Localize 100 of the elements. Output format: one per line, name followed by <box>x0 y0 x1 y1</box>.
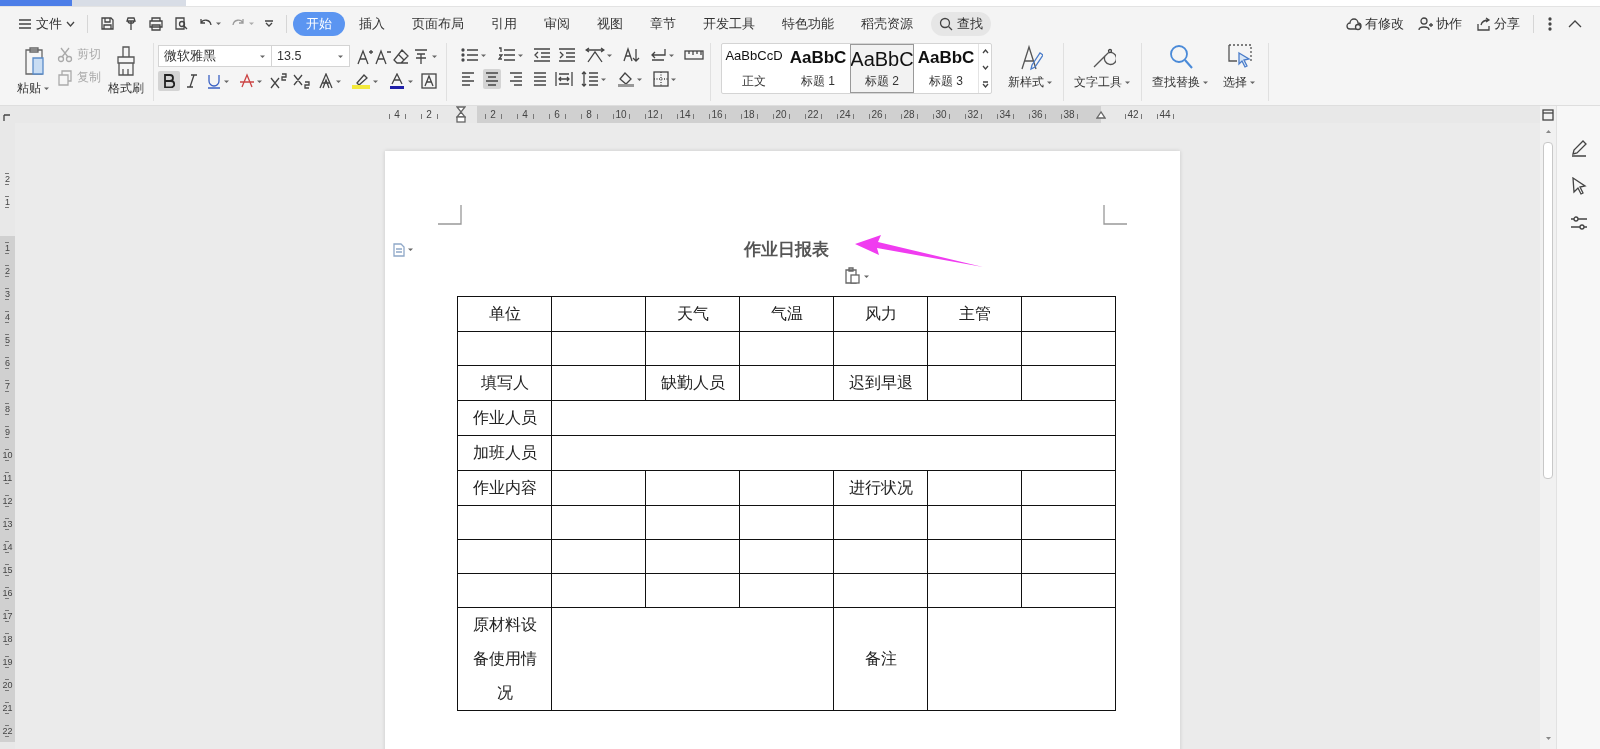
toolbar-button[interactable]: 有修改 <box>1339 11 1411 36</box>
paintbrush-icon <box>114 45 138 77</box>
line-break-icon[interactable] <box>649 47 667 63</box>
save-icon[interactable] <box>100 16 115 31</box>
ruler-label: 12 <box>0 489 15 512</box>
align-center-button[interactable] <box>483 69 501 89</box>
pinyin-icon[interactable] <box>412 47 430 65</box>
shading-icon[interactable] <box>617 71 635 87</box>
ribbon-tab[interactable]: 审阅 <box>531 11 583 36</box>
ruler-label: 34 <box>989 106 1021 123</box>
ribbon-tab[interactable]: 特色功能 <box>769 11 847 36</box>
text-effect-icon[interactable] <box>318 73 334 89</box>
search-button[interactable]: 查找 <box>931 11 991 36</box>
find-replace-button[interactable]: 查找替换 <box>1142 43 1219 105</box>
ruler-label: 24 <box>829 106 861 123</box>
scroll-up-icon[interactable] <box>981 49 989 55</box>
ribbon-tab[interactable]: 视图 <box>584 11 636 36</box>
text-direction-icon[interactable] <box>585 47 605 63</box>
align-justify-button[interactable] <box>531 69 549 89</box>
ribbon-tab[interactable]: 插入 <box>346 11 398 36</box>
print-icon[interactable] <box>148 16 164 31</box>
distribute-icon[interactable] <box>555 71 573 87</box>
customize-icon[interactable] <box>264 18 274 29</box>
margin-corner-icon <box>1103 205 1127 225</box>
line-spacing-icon[interactable] <box>581 71 599 87</box>
file-menu[interactable]: 文件 <box>12 11 81 36</box>
ribbon-tab[interactable]: 开发工具 <box>690 11 768 36</box>
toolbar-button[interactable]: 分享 <box>1469 11 1527 36</box>
ruler-toggle-icon[interactable] <box>1542 109 1554 121</box>
style-preset[interactable]: AaBbCcD 正文 <box>722 44 786 93</box>
ruler-label: 4 <box>509 106 541 123</box>
style-preset[interactable]: AaBbC 标题 2 <box>850 44 914 93</box>
font-color-icon[interactable] <box>388 73 406 89</box>
bold-icon <box>163 74 175 88</box>
paste-button[interactable]: 粘贴 <box>14 43 53 99</box>
more-icon[interactable] <box>1548 16 1552 31</box>
caret-icon <box>259 53 266 59</box>
caret-icon <box>223 78 230 84</box>
ruler-label: 32 <box>957 106 989 123</box>
ruler-label: 30 <box>925 106 957 123</box>
ruler-label: 2 <box>477 106 509 123</box>
caret-icon <box>670 76 677 82</box>
increase-indent-icon[interactable] <box>558 47 576 63</box>
ruler-label: 18 <box>0 627 15 650</box>
strikethrough-icon[interactable] <box>239 73 255 89</box>
scroll-down-icon[interactable] <box>981 65 989 70</box>
ruler-label: 28 <box>893 106 925 123</box>
font-name-dropdown[interactable]: 微软雅黑 <box>158 45 272 67</box>
underline-icon[interactable] <box>206 73 222 89</box>
italic-icon[interactable] <box>185 73 199 89</box>
format-painter-button[interactable]: 格式刷 <box>105 43 147 99</box>
ribbon-tab[interactable]: 引用 <box>478 11 530 36</box>
grow-font-icon[interactable] <box>356 47 374 65</box>
text-tools-button[interactable]: 文字工具 <box>1064 43 1141 105</box>
ruler-label: 1 <box>0 236 15 259</box>
ruler-label: 3 <box>0 282 15 305</box>
highlighter-icon[interactable] <box>351 73 371 89</box>
select-button[interactable]: 选择 <box>1219 43 1260 105</box>
caret-icon <box>372 78 379 84</box>
ruler-label: 6 <box>541 106 573 123</box>
align-left-button[interactable] <box>459 69 477 89</box>
subscript-icon[interactable] <box>293 73 311 89</box>
sliders-icon[interactable] <box>1569 215 1588 231</box>
sort-icon[interactable] <box>622 47 640 63</box>
shrink-font-icon[interactable] <box>374 47 392 65</box>
align-right-button[interactable] <box>507 69 525 89</box>
ruler-label: 10 <box>0 443 15 466</box>
print-preview-icon[interactable] <box>173 16 189 31</box>
format-painter-icon[interactable] <box>124 16 139 31</box>
ribbon-tab[interactable]: 章节 <box>637 11 689 36</box>
table-cell: 单位 <box>457 296 552 332</box>
paste-options-icon[interactable] <box>843 267 861 285</box>
cursor-icon[interactable] <box>1570 177 1587 195</box>
pen-icon[interactable] <box>1569 139 1588 157</box>
borders-icon[interactable] <box>653 71 669 87</box>
caret-icon <box>1124 80 1131 85</box>
expand-gallery-icon[interactable] <box>981 80 989 88</box>
toolbar-button[interactable]: 协作 <box>1411 11 1469 36</box>
caret-icon <box>668 52 675 58</box>
collapse-icon[interactable] <box>1568 19 1582 28</box>
ribbon-tab[interactable]: 稻壳资源 <box>848 11 926 36</box>
style-preset[interactable]: AaBbC 标题 3 <box>914 44 978 93</box>
ruler-label: 13 <box>0 512 15 535</box>
font-size-dropdown[interactable]: 13.5 <box>272 45 350 67</box>
person-add-icon <box>1418 16 1433 31</box>
numbered-list-icon[interactable] <box>498 47 516 63</box>
decrease-indent-icon[interactable] <box>533 47 551 63</box>
style-preset[interactable]: AaBbC 标题 1 <box>786 44 850 93</box>
new-style-button[interactable]: 新样式 <box>998 43 1063 105</box>
caret-icon <box>600 76 607 82</box>
eraser-icon[interactable] <box>392 47 410 65</box>
bullet-list-icon[interactable] <box>461 47 479 63</box>
superscript-icon[interactable] <box>270 73 288 89</box>
scrollbar-thumb[interactable] <box>1543 142 1553 479</box>
bold-button[interactable] <box>158 71 180 91</box>
caret-icon <box>517 52 524 58</box>
ruler-icon[interactable] <box>684 47 704 63</box>
align-center-icon <box>485 71 499 87</box>
ribbon-tab[interactable]: 页面布局 <box>399 11 477 36</box>
character-border-icon[interactable] <box>421 73 437 89</box>
